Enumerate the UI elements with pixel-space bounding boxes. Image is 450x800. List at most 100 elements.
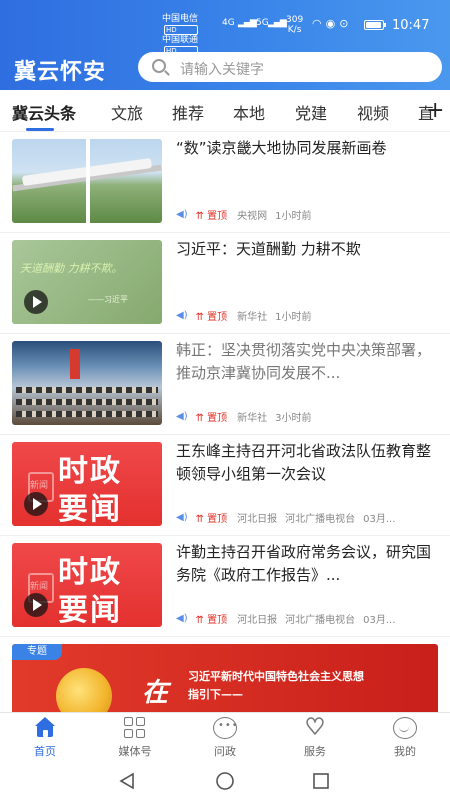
news-item[interactable]: 韩正：坚决贯彻落实党中央决策部署，推动京津冀协同发展不... ◀) ⇈ 置顶 新…: [0, 334, 450, 435]
nav-profile[interactable]: 我的: [375, 717, 435, 759]
status-icons: ◠ ◉ ⊙: [312, 17, 348, 30]
news-time: 3小时前: [275, 412, 312, 424]
search-bar[interactable]: 请输入关键字: [138, 52, 442, 82]
tab-party[interactable]: 党建: [295, 100, 327, 124]
news-title[interactable]: 王东峰主持召开河北省政法队伍教育整顿领导小组第一次会议: [176, 440, 438, 486]
audio-icon[interactable]: ◀): [176, 310, 188, 321]
play-icon[interactable]: [24, 290, 48, 314]
bottom-nav: 首页 媒体号 ••• 问政 ♥ 服务 我的: [0, 712, 450, 762]
heart-icon: ♥: [304, 715, 325, 740]
topic-tag: 专题: [12, 644, 62, 660]
play-icon[interactable]: [24, 593, 48, 617]
thumbnail-attendees: [16, 387, 158, 393]
active-tab-indicator: [26, 128, 54, 131]
thumbnail-calligraphy: 天道酬勤 力耕不欺。: [20, 262, 123, 275]
tab-local[interactable]: 本地: [233, 100, 265, 124]
pinned-badge: ⇈ 置顶: [195, 311, 228, 323]
carrier-1: 中国电信: [162, 14, 199, 24]
carrier-info: 中国电信 HD 中国联通 HD: [162, 14, 199, 56]
news-item[interactable]: 天道酬勤 力耕不欺。 ——习近平 习近平：天道酬勤 力耕不欺 ◀) ⇈ 置顶 新…: [0, 233, 450, 334]
news-title[interactable]: 许勤主持召开省政府常务会议，研究国务院《政府工作报告》...: [176, 541, 438, 587]
search-icon: [152, 59, 166, 73]
clock: 10:47: [392, 18, 430, 33]
nav-service[interactable]: ♥ 服务: [285, 715, 345, 759]
news-thumbnail: 新闻 时政 要闻: [12, 543, 162, 627]
tab-recommend[interactable]: 推荐: [172, 100, 204, 124]
news-title[interactable]: 习近平：天道酬勤 力耕不欺: [176, 238, 438, 261]
pinned-badge: ⇈ 置顶: [195, 412, 228, 424]
notification-icon: ◉: [325, 17, 336, 30]
news-item[interactable]: “数”读京畿大地协同发展新画卷 ◀) ⇈ 置顶 央视网 1小时前: [0, 132, 450, 233]
add-tab-button[interactable]: +: [426, 100, 444, 122]
play-icon[interactable]: [24, 492, 48, 516]
nav-home[interactable]: 首页: [15, 717, 75, 759]
topic-banner[interactable]: 专题 在 习近平新时代中国特色社会主义思想 指引下——: [12, 644, 438, 712]
news-time: 03月...: [363, 513, 396, 525]
carrier-2: 中国联通: [162, 35, 199, 45]
news-title[interactable]: “数”读京畿大地协同发展新画卷: [176, 137, 438, 160]
app-brand: 冀云怀安: [14, 60, 107, 85]
audio-icon[interactable]: ◀): [176, 512, 188, 523]
nav-media[interactable]: 媒体号: [105, 717, 165, 759]
category-tabs: 冀云头条 文旅 推荐 本地 党建 视频 直: [0, 90, 450, 132]
speed-unit: K/s: [287, 25, 302, 35]
party-emblem-icon: [56, 668, 112, 712]
pinned-badge: ⇈ 置顶: [195, 614, 228, 626]
news-item[interactable]: 新闻 时政 要闻 王东峰主持召开河北省政法队伍教育整顿领导小组第一次会议 ◀) …: [0, 435, 450, 536]
nav-label: 我的: [394, 745, 416, 758]
news-meta: ◀) ⇈ 置顶 新华社 3小时前: [176, 409, 312, 424]
tab-headline[interactable]: 冀云头条: [12, 100, 76, 124]
banner-line-1: 习近平新时代中国特色社会主义思想: [188, 670, 364, 683]
search-placeholder[interactable]: 请输入关键字: [180, 59, 264, 79]
hd-badge-1: HD: [164, 25, 199, 35]
news-meta: ◀) ⇈ 置顶 河北日报 河北广播电视台 03月...: [176, 510, 396, 525]
wifi-icon: ◠: [312, 17, 322, 30]
audio-icon[interactable]: ◀): [176, 613, 188, 624]
location-icon: ⊙: [339, 17, 349, 30]
chat-bubble-icon: •••: [213, 717, 238, 739]
pinned-label: 置顶: [207, 513, 228, 525]
news-thumbnail: [12, 341, 162, 425]
news-meta: ◀) ⇈ 置顶 河北日报 河北广播电视台 03月...: [176, 611, 396, 626]
news-source: 新华社: [237, 311, 268, 323]
audio-icon[interactable]: ◀): [176, 209, 188, 220]
pinned-badge: ⇈ 置顶: [195, 210, 228, 222]
home-button-icon[interactable]: [215, 772, 235, 790]
news-thumbnail: 天道酬勤 力耕不欺。 ——习近平: [12, 240, 162, 324]
tab-culture-travel[interactable]: 文旅: [111, 100, 143, 124]
thumbnail-ghost-text: 新闻: [30, 481, 49, 491]
nav-inquiry[interactable]: ••• 问政: [195, 717, 255, 759]
back-icon[interactable]: [118, 772, 136, 790]
pinned-badge: ⇈ 置顶: [195, 513, 228, 525]
thumbnail-signature: ——习近平: [88, 295, 128, 304]
pinned-label: 置顶: [207, 412, 228, 424]
news-item[interactable]: 新闻 时政 要闻 许勤主持召开省政府常务会议，研究国务院《政府工作报告》... …: [0, 536, 450, 637]
news-time: 1小时前: [275, 210, 312, 222]
news-source-2: 河北广播电视台: [285, 614, 356, 626]
news-source: 河北日报: [237, 513, 278, 525]
nav-label: 问政: [214, 745, 236, 758]
news-source: 河北日报: [237, 614, 278, 626]
news-thumbnail: 新闻 时政 要闻: [12, 442, 162, 526]
news-time: 03月...: [363, 614, 396, 626]
home-icon: [33, 717, 57, 739]
recent-apps-icon[interactable]: [312, 772, 330, 790]
signal-icon-2: ▂▄▆: [268, 18, 287, 28]
banner-big-char: 在: [142, 678, 169, 708]
network-5g: 5G: [256, 18, 269, 28]
thumbnail-divider: [86, 139, 90, 223]
audio-icon[interactable]: ◀): [176, 411, 188, 422]
app-root: 中国电信 HD 中国联通 HD 4G ▂▄▆ 5G ▂▄▆ 309 K/s ◠ ◉ …: [0, 0, 450, 800]
news-source-2: 河北广播电视台: [285, 513, 356, 525]
network-4g: 4G: [222, 18, 235, 28]
news-source: 央视网: [237, 210, 268, 222]
thumbnail-headline-2: 要闻: [58, 593, 122, 627]
thumbnail-headline-2: 要闻: [58, 492, 122, 526]
news-thumbnail: [12, 139, 162, 223]
nav-label: 媒体号: [118, 745, 152, 758]
news-title[interactable]: 韩正：坚决贯彻落实党中央决策部署，推动京津冀协同发展不...: [176, 339, 438, 385]
thumbnail-attendees: [16, 399, 158, 405]
header: 中国电信 HD 中国联通 HD 4G ▂▄▆ 5G ▂▄▆ 309 K/s ◠ ◉ …: [0, 0, 450, 90]
tab-video[interactable]: 视频: [357, 100, 389, 124]
news-source: 新华社: [237, 412, 268, 424]
